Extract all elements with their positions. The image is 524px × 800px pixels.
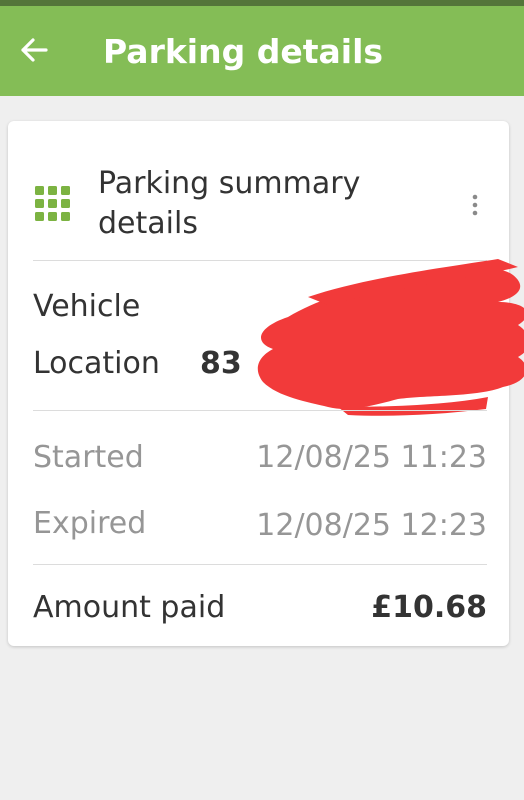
divider xyxy=(33,564,487,565)
location-label: Location xyxy=(33,346,160,381)
redaction-scribble xyxy=(257,259,524,416)
more-vert-icon xyxy=(472,194,478,216)
started-label: Started xyxy=(33,440,144,475)
card-title-line-2: details xyxy=(98,206,198,241)
divider xyxy=(33,410,487,411)
expired-label: Expired xyxy=(33,506,147,541)
card-title-line-1: Parking summary xyxy=(98,166,361,201)
back-button[interactable] xyxy=(14,32,54,68)
parking-summary-card: Parking summary details Vehicle Location… xyxy=(8,121,524,646)
grid-icon xyxy=(35,186,70,221)
started-value: 12/08/25 11:23 xyxy=(256,440,487,475)
app-bar: Parking details xyxy=(0,6,524,96)
vehicle-label: Vehicle xyxy=(33,289,141,324)
arrow-left-icon xyxy=(21,38,48,62)
card-title: Parking summary details xyxy=(98,164,418,244)
amount-paid-value: £10.68 xyxy=(371,590,487,625)
amount-paid-label: Amount paid xyxy=(33,590,226,625)
card-menu-button[interactable] xyxy=(463,191,487,219)
page-title: Parking details xyxy=(103,32,384,71)
expired-value: 12/08/25 12:23 xyxy=(256,508,487,543)
location-value: 83 xyxy=(200,346,242,381)
